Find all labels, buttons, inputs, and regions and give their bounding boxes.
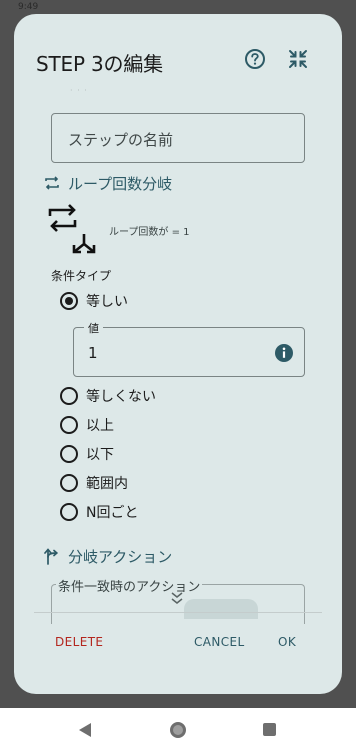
action-chip[interactable]	[184, 599, 258, 619]
loop-branch-icon	[48, 204, 96, 254]
radio-button[interactable]	[60, 445, 78, 463]
cancel-button[interactable]: CANCEL	[194, 635, 245, 649]
recents-icon[interactable]	[263, 723, 276, 736]
radio-label: 以上	[86, 418, 114, 434]
condition-type-label: 条件タイプ	[51, 269, 112, 283]
collapse-icon[interactable]	[287, 48, 309, 70]
back-icon[interactable]	[78, 722, 92, 738]
loop-caption: ループ回数が = 1	[109, 227, 190, 238]
radio-label: 以下	[86, 447, 114, 463]
loop-section-label: ループ回数分岐	[68, 174, 173, 193]
system-nav-bar	[0, 708, 356, 752]
home-icon[interactable]	[170, 722, 186, 738]
value-field[interactable]: 値 1	[73, 320, 305, 377]
branch-section-header: 分岐アクション	[44, 545, 172, 567]
radio-button[interactable]	[60, 387, 78, 405]
branch-arrow-icon	[44, 548, 59, 565]
radio-not-equal[interactable]: 等しくない	[60, 384, 156, 408]
divider	[34, 612, 322, 613]
branch-section-label: 分岐アクション	[68, 547, 173, 566]
step-name-placeholder: ステップの名前	[68, 131, 174, 149]
help-circle-icon[interactable]	[244, 48, 266, 70]
step-name-field[interactable]: ステップの名前	[51, 113, 305, 163]
radio-equal[interactable]: 等しい	[60, 289, 128, 313]
radio-button[interactable]	[60, 503, 78, 521]
radio-in-range[interactable]: 範囲内	[60, 471, 128, 495]
radio-label: 等しい	[86, 294, 128, 310]
radio-less-equal[interactable]: 以下	[60, 442, 114, 466]
value-label: 値	[84, 320, 103, 336]
value-text: 1	[88, 344, 98, 362]
ok-button[interactable]: OK	[278, 635, 296, 649]
repeat-icon	[45, 176, 59, 190]
radio-greater-equal[interactable]: 以上	[60, 413, 114, 437]
delete-button[interactable]: DELETE	[55, 635, 103, 649]
faded-text: · · ·	[70, 86, 88, 95]
edit-step-dialog: STEP 3の編集 · · · ステップの名前 ループ回数分岐 ループ回数が =…	[14, 14, 342, 694]
radio-label: 等しくない	[86, 389, 156, 405]
status-time: 9:49	[18, 2, 39, 12]
loop-section-header: ループ回数分岐	[44, 172, 172, 194]
radio-every-n[interactable]: N回ごと	[60, 500, 138, 524]
chevron-double-down-icon[interactable]	[170, 590, 184, 608]
radio-label: N回ごと	[86, 505, 139, 521]
radio-button[interactable]	[60, 416, 78, 434]
radio-label: 範囲内	[86, 476, 128, 492]
dialog-title: STEP 3の編集	[36, 52, 163, 76]
info-icon[interactable]	[274, 343, 294, 363]
radio-button[interactable]	[60, 474, 78, 492]
radio-button[interactable]	[60, 292, 78, 310]
